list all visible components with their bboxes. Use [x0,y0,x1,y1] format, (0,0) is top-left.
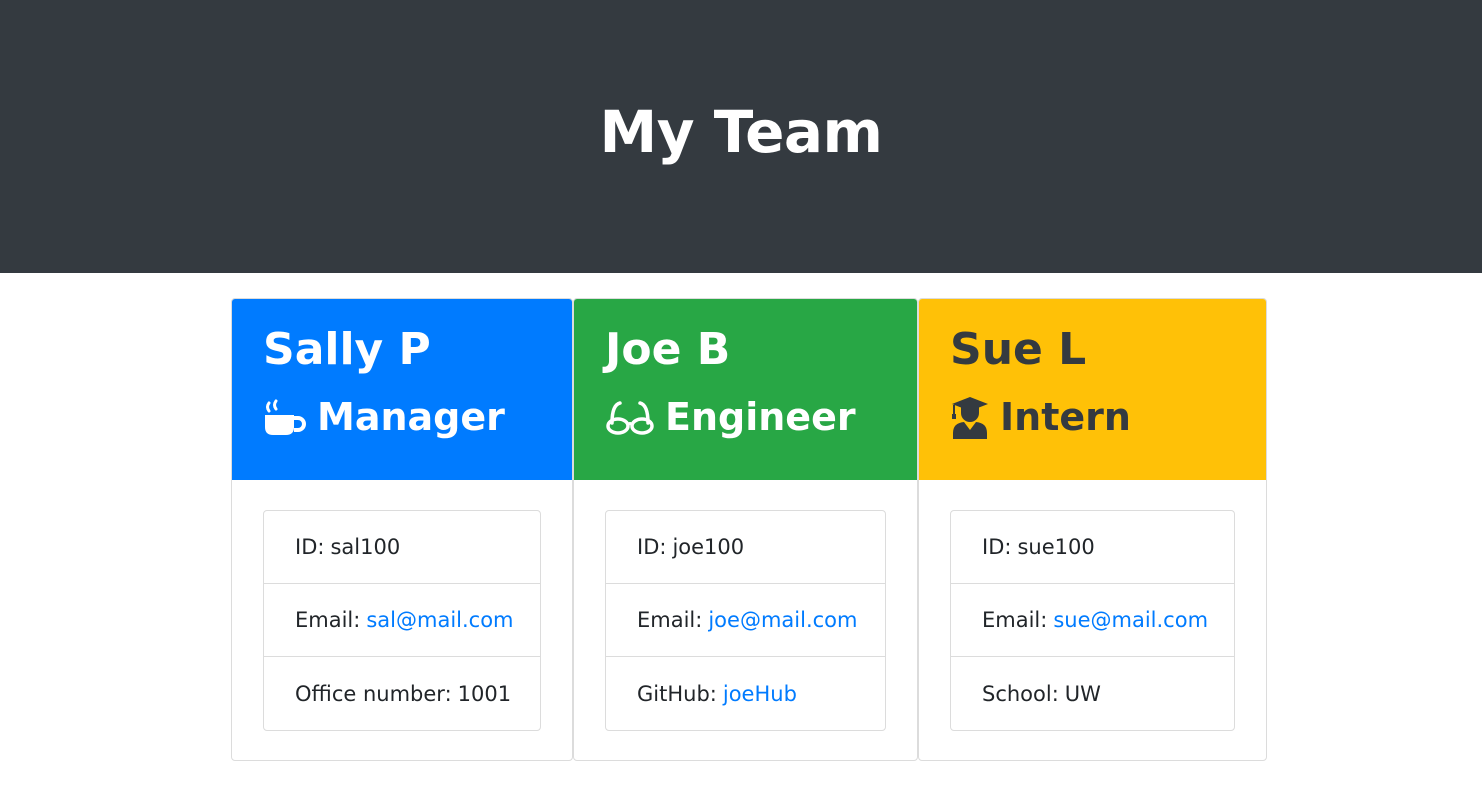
employee-role: Engineer [605,394,917,440]
employee-name: Sally P [263,324,431,375]
employee-role: Intern [950,394,1266,440]
id-value: sue100 [1017,535,1095,559]
role-label: Engineer [665,395,856,439]
employee-name: Sue L [950,324,1087,375]
list-item-email: Email: joe@mail.com [606,584,885,657]
role-label: Manager [317,395,505,439]
list-item-school: School: UW [951,657,1234,730]
employee-card-manager: Sally P Manager ID: sal100 Email: sal@ma… [231,298,573,761]
school-value: UW [1064,681,1101,706]
school-label: School: [982,681,1059,706]
jumbotron: My Team [0,0,1482,273]
list-item-email: Email: sue@mail.com [951,584,1234,657]
github-label: GitHub: [637,681,717,706]
card-header: Sue L Intern [919,299,1266,480]
info-list: ID: joe100 Email: joe@mail.com GitHub: j… [605,510,886,731]
email-link[interactable]: sue@mail.com [1053,608,1208,632]
employee-card-engineer: Joe B Engineer ID: joe100 Email: joe@mai… [573,298,918,761]
page-title: My Team [599,97,884,166]
email-label: Email: [295,608,361,632]
card-header: Joe B Engineer [574,299,917,480]
employee-card-intern: Sue L Intern ID: sue100 Email: sue@mail.… [918,298,1267,761]
id-label: ID: [982,535,1012,559]
list-item-github: GitHub: joeHub [606,657,885,730]
github-link[interactable]: joeHub [723,682,797,706]
card-header: Sally P Manager [232,299,572,480]
mug-hot-icon [265,399,306,435]
list-item-office: Office number: 1001 [264,657,540,730]
role-label: Intern [1000,395,1131,439]
id-label: ID: [295,535,325,559]
user-graduate-icon [952,397,988,439]
glasses-icon [606,401,654,435]
list-item-id: ID: joe100 [606,511,885,584]
office-value: 1001 [457,681,512,706]
employee-name: Joe B [605,324,731,375]
list-item-email: Email: sal@mail.com [264,584,540,657]
info-list: ID: sue100 Email: sue@mail.com School: U… [950,510,1235,731]
info-list: ID: sal100 Email: sal@mail.com Office nu… [263,510,541,731]
id-value: joe100 [672,535,745,559]
list-item-id: ID: sue100 [951,511,1234,584]
id-label: ID: [637,535,667,559]
list-item-id: ID: sal100 [264,511,540,584]
office-label: Office number: [295,681,452,706]
email-label: Email: [637,608,703,632]
email-link[interactable]: sal@mail.com [366,608,513,632]
email-label: Email: [982,608,1048,632]
employee-role: Manager [263,394,572,440]
email-link[interactable]: joe@mail.com [708,608,857,632]
id-value: sal100 [330,535,401,559]
